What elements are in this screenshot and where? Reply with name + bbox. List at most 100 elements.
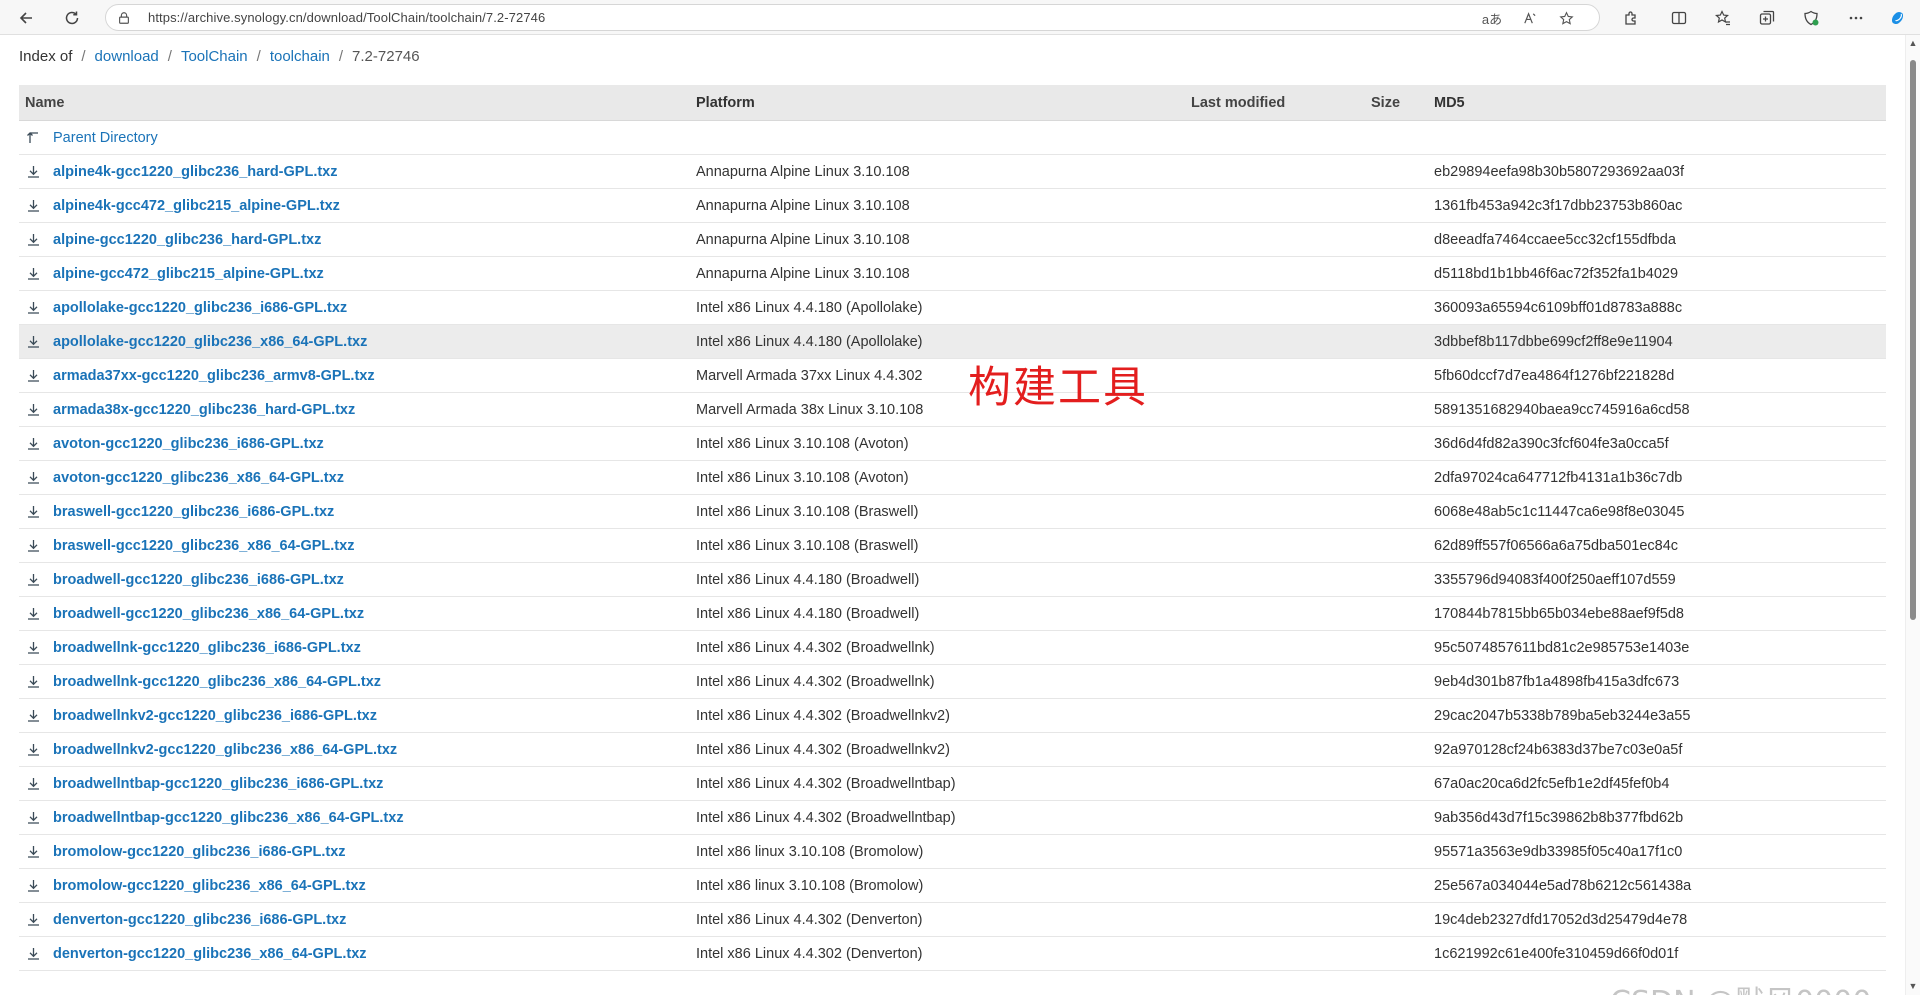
file-link[interactable]: apollolake-gcc1220_glibc236_i686-GPL.txz	[53, 300, 347, 316]
name-cell: armada38x-gcc1220_glibc236_hard-GPL.txz	[19, 401, 696, 419]
file-link[interactable]: denverton-gcc1220_glibc236_i686-GPL.txz	[53, 912, 346, 928]
file-link[interactable]: alpine4k-gcc1220_glibc236_hard-GPL.txz	[53, 164, 338, 180]
breadcrumb-separator: /	[256, 48, 261, 65]
md5-cell: 1361fb453a942c3f17dbb23753b860ac	[1434, 197, 1683, 214]
name-cell: broadwellnk-gcc1220_glibc236_i686-GPL.tx…	[19, 639, 696, 657]
table-header: Name Platform Last modified Size MD5	[19, 85, 1886, 121]
md5-cell: eb29894eefa98b30b5807293692aa03f	[1434, 163, 1684, 180]
favorite-star-icon[interactable]	[1555, 8, 1577, 28]
platform-cell: Intel x86 Linux 4.4.302 (Broadwellnk)	[696, 639, 935, 656]
file-link[interactable]: armada37xx-gcc1220_glibc236_armv8-GPL.tx…	[53, 368, 375, 384]
name-cell: broadwell-gcc1220_glibc236_x86_64-GPL.tx…	[19, 605, 696, 623]
name-cell: denverton-gcc1220_glibc236_x86_64-GPL.tx…	[19, 945, 696, 963]
file-link[interactable]: denverton-gcc1220_glibc236_x86_64-GPL.tx…	[53, 946, 367, 962]
split-screen-icon[interactable]	[1666, 5, 1692, 31]
extensions-icon[interactable]	[1618, 5, 1644, 31]
table-row: apollolake-gcc1220_glibc236_i686-GPL.txz…	[19, 291, 1886, 325]
table-row: avoton-gcc1220_glibc236_x86_64-GPL.txz In…	[19, 461, 1886, 495]
file-link[interactable]: alpine4k-gcc472_glibc215_alpine-GPL.txz	[53, 198, 340, 214]
file-link[interactable]: apollolake-gcc1220_glibc236_x86_64-GPL.t…	[53, 334, 367, 350]
file-link[interactable]: broadwellnk-gcc1220_glibc236_i686-GPL.tx…	[53, 640, 361, 656]
parent-directory-link[interactable]: Parent Directory	[53, 130, 158, 146]
table-row: broadwellnkv2-gcc1220_glibc236_i686-GPL.…	[19, 699, 1886, 733]
table-row: broadwellntbap-gcc1220_glibc236_x86_64-G…	[19, 801, 1886, 835]
header-md5[interactable]: MD5	[1434, 95, 1884, 111]
md5-cell: 62d89ff557f06566a6a75dba501ec84c	[1434, 537, 1679, 554]
scrollbar-thumb[interactable]	[1910, 60, 1916, 620]
name-cell: broadwellnk-gcc1220_glibc236_x86_64-GPL.…	[19, 673, 696, 691]
file-link[interactable]: bromolow-gcc1220_glibc236_i686-GPL.txz	[53, 844, 346, 860]
table-row: alpine4k-gcc472_glibc215_alpine-GPL.txz A…	[19, 189, 1886, 223]
header-platform[interactable]: Platform	[696, 95, 1191, 111]
text-size-icon[interactable]	[1518, 8, 1540, 28]
address-bar[interactable]: https://archive.synology.cn/download/Too…	[105, 4, 1600, 31]
parent-directory-icon	[24, 129, 42, 147]
name-cell: avoton-gcc1220_glibc236_x86_64-GPL.txz	[19, 469, 696, 487]
md5-cell: 5891351682940baea9cc745916a6cd58	[1434, 401, 1690, 418]
browser-essentials-icon[interactable]	[1798, 5, 1824, 31]
file-link[interactable]: broadwell-gcc1220_glibc236_i686-GPL.txz	[53, 572, 344, 588]
download-icon	[24, 333, 42, 351]
url-text[interactable]: https://archive.synology.cn/download/Too…	[148, 10, 545, 25]
name-cell: broadwell-gcc1220_glibc236_i686-GPL.txz	[19, 571, 696, 589]
platform-cell: Intel x86 Linux 4.4.302 (Denverton)	[696, 945, 923, 962]
file-link[interactable]: braswell-gcc1220_glibc236_x86_64-GPL.txz	[53, 538, 354, 554]
file-link[interactable]: broadwell-gcc1220_glibc236_x86_64-GPL.tx…	[53, 606, 364, 622]
header-size[interactable]: Size	[1371, 95, 1434, 111]
platform-cell: Intel x86 Linux 3.10.108 (Braswell)	[696, 537, 919, 554]
file-link[interactable]: armada38x-gcc1220_glibc236_hard-GPL.txz	[53, 402, 355, 418]
platform-cell: Intel x86 Linux 4.4.302 (Broadwellnkv2)	[696, 741, 950, 758]
platform-cell: Intel x86 Linux 4.4.180 (Apollolake)	[696, 333, 923, 350]
file-link[interactable]: alpine-gcc1220_glibc236_hard-GPL.txz	[53, 232, 321, 248]
download-icon	[24, 877, 42, 895]
page-content: Index of / download / ToolChain / toolchain / 7.…	[0, 35, 1905, 995]
read-aloud-icon[interactable]: aあ	[1481, 8, 1503, 28]
platform-cell: Intel x86 Linux 4.4.180 (Broadwell)	[696, 571, 920, 588]
md5-cell: 1c621992c61e400fe310459d66f0d01f	[1434, 945, 1679, 962]
collections-icon[interactable]	[1754, 5, 1780, 31]
file-link[interactable]: avoton-gcc1220_glibc236_i686-GPL.txz	[53, 436, 324, 452]
download-icon	[24, 163, 42, 181]
name-cell: braswell-gcc1220_glibc236_i686-GPL.txz	[19, 503, 696, 521]
vertical-scrollbar[interactable]: ▲ ▼	[1905, 35, 1920, 995]
file-link[interactable]: bromolow-gcc1220_glibc236_x86_64-GPL.txz	[53, 878, 366, 894]
file-link[interactable]: broadwellnkv2-gcc1220_glibc236_x86_64-GP…	[53, 742, 397, 758]
name-cell: alpine4k-gcc1220_glibc236_hard-GPL.txz	[19, 163, 696, 181]
platform-cell: Intel x86 Linux 4.4.302 (Broadwellntbap)	[696, 809, 956, 826]
back-icon[interactable]	[13, 5, 39, 31]
scroll-down-icon[interactable]: ▼	[1908, 981, 1918, 991]
more-options-icon[interactable]	[1843, 5, 1869, 31]
refresh-icon[interactable]	[59, 5, 85, 31]
favorites-icon[interactable]	[1710, 5, 1736, 31]
header-last-modified[interactable]: Last modified	[1191, 95, 1371, 111]
download-icon	[24, 197, 42, 215]
site-info-icon[interactable]	[116, 10, 132, 26]
download-icon	[24, 299, 42, 317]
breadcrumb-toolchain-root[interactable]: ToolChain	[181, 48, 248, 65]
download-icon	[24, 775, 42, 793]
name-cell: armada37xx-gcc1220_glibc236_armv8-GPL.tx…	[19, 367, 696, 385]
scroll-up-icon[interactable]: ▲	[1908, 38, 1918, 48]
breadcrumb-download[interactable]: download	[95, 48, 159, 65]
md5-cell: 36d6d4fd82a390c3fcf604fe3a0cca5f	[1434, 435, 1669, 452]
breadcrumb-toolchain[interactable]: toolchain	[270, 48, 330, 65]
breadcrumb-separator: /	[338, 48, 344, 65]
breadcrumb-prefix: Index of	[19, 48, 73, 65]
copilot-icon[interactable]	[1885, 5, 1911, 31]
header-name[interactable]: Name	[19, 95, 696, 111]
md5-cell: 19c4deb2327dfd17052d3d25479d4e78	[1434, 911, 1688, 928]
file-link[interactable]: avoton-gcc1220_glibc236_x86_64-GPL.txz	[53, 470, 344, 486]
platform-cell: Intel x86 Linux 4.4.302 (Broadwellnk)	[696, 673, 935, 690]
file-link[interactable]: braswell-gcc1220_glibc236_i686-GPL.txz	[53, 504, 334, 520]
file-link[interactable]: broadwellnk-gcc1220_glibc236_x86_64-GPL.…	[53, 674, 381, 690]
download-icon	[24, 503, 42, 521]
table-row: apollolake-gcc1220_glibc236_x86_64-GPL.t…	[19, 325, 1886, 359]
file-link[interactable]: alpine-gcc472_glibc215_alpine-GPL.txz	[53, 266, 324, 282]
platform-cell: Annapurna Alpine Linux 3.10.108	[696, 197, 910, 214]
file-link[interactable]: broadwellnkv2-gcc1220_glibc236_i686-GPL.…	[53, 708, 377, 724]
table-row: broadwellnk-gcc1220_glibc236_i686-GPL.tx…	[19, 631, 1886, 665]
file-link[interactable]: broadwellntbap-gcc1220_glibc236_i686-GPL…	[53, 776, 383, 792]
file-link[interactable]: broadwellntbap-gcc1220_glibc236_x86_64-G…	[53, 810, 404, 826]
table-row: alpine-gcc472_glibc215_alpine-GPL.txz Ann…	[19, 257, 1886, 291]
md5-cell: 25e567a034044e5ad78b6212c561438a	[1434, 877, 1692, 894]
